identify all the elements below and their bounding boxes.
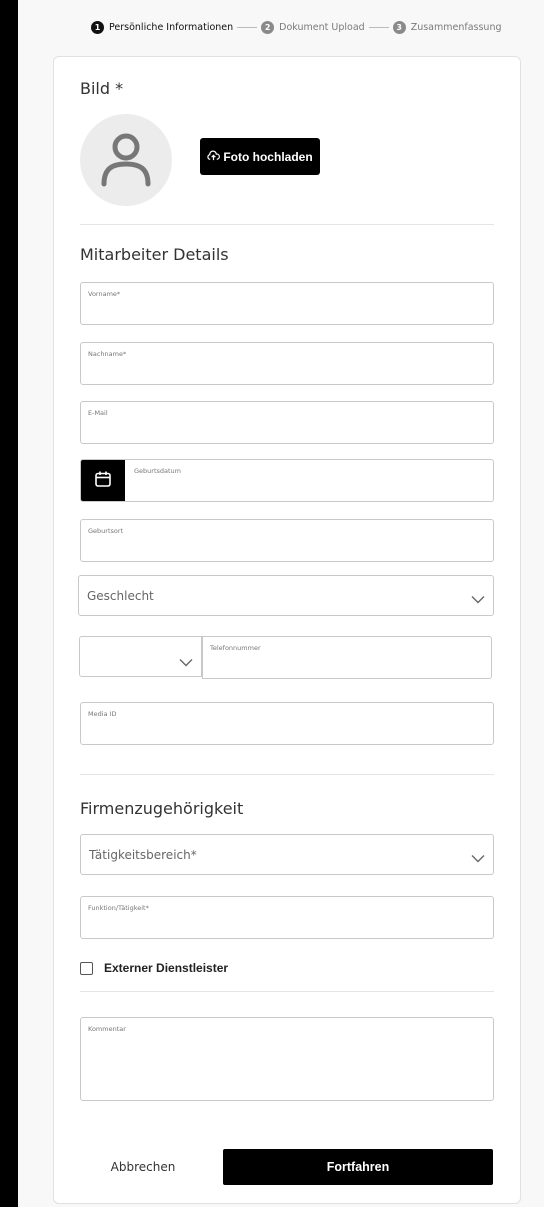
upload-photo-label: Foto hochladen (223, 149, 313, 164)
phone-input[interactable] (210, 655, 484, 675)
step-number: 1 (91, 21, 104, 34)
comment-label: Kommentar (88, 1025, 126, 1033)
function-input[interactable] (88, 915, 482, 935)
avatar (80, 114, 172, 206)
media-id-field[interactable]: Media ID (80, 702, 494, 745)
step-connector (237, 27, 258, 28)
activity-area-select[interactable]: Tätigkeitsbereich* (80, 834, 494, 875)
activity-area-placeholder: Tätigkeitsbereich* (89, 847, 197, 862)
function-label: Funktion/Tätigkeit* (88, 904, 149, 912)
birth-date-field[interactable]: Geburtsdatum (80, 459, 494, 502)
external-provider-checkbox[interactable] (80, 961, 93, 975)
cloud-upload-icon (207, 150, 221, 164)
email-input[interactable] (88, 420, 482, 440)
continue-button[interactable]: Fortfahren (223, 1149, 493, 1185)
photo-section-title: Bild * (80, 79, 124, 98)
comment-field[interactable]: Kommentar (80, 1017, 494, 1101)
step-connector (368, 27, 389, 28)
details-section-title: Mitarbeiter Details (80, 245, 229, 264)
form-card: Bild * Foto hochladen Mitarbeiter Detail… (53, 56, 521, 1204)
email-field[interactable]: E-Mail (80, 401, 494, 444)
upload-photo-button[interactable]: Foto hochladen (200, 138, 320, 175)
function-field[interactable]: Funktion/Tätigkeit* (80, 896, 494, 939)
birth-date-label: Geburtsdatum (134, 467, 181, 475)
chevron-down-icon (471, 589, 485, 608)
chevron-down-icon (179, 652, 193, 671)
step-document-upload[interactable]: 2 Dokument Upload (261, 21, 365, 34)
birth-place-input[interactable] (88, 538, 482, 558)
step-label: Persönliche Informationen (109, 22, 234, 33)
step-summary[interactable]: 3 Zusammenfassung (392, 21, 502, 34)
chevron-down-icon (471, 848, 485, 867)
last-name-input[interactable] (88, 361, 482, 381)
cancel-button[interactable]: Abbrechen (94, 1149, 192, 1185)
birth-place-label: Geburtsort (88, 527, 124, 535)
media-id-input[interactable] (88, 721, 482, 741)
last-name-label: Nachname* (88, 350, 127, 358)
gender-select[interactable]: Geschlecht (78, 575, 494, 616)
step-number: 2 (261, 21, 275, 34)
page: 1 Persönliche Informationen 2 Dokument U… (18, 0, 544, 1207)
first-name-input[interactable] (88, 301, 482, 321)
company-section-title: Firmenzugehörigkeit (80, 799, 244, 818)
birth-place-field[interactable]: Geburtsort (80, 519, 494, 562)
stepper: 1 Persönliche Informationen 2 Dokument U… (18, 0, 544, 55)
phone-code-select[interactable] (79, 636, 202, 677)
first-name-field[interactable]: Vorname* (80, 282, 494, 325)
gender-placeholder: Geschlecht (87, 588, 154, 603)
section-divider (80, 991, 494, 992)
calendar-icon (94, 470, 112, 492)
section-divider (80, 224, 494, 225)
birth-date-input[interactable] (134, 478, 488, 498)
date-picker-button[interactable] (81, 460, 125, 501)
phone-label: Telefonnummer (210, 644, 261, 652)
media-id-label: Media ID (88, 710, 117, 718)
phone-field[interactable]: Telefonnummer (202, 636, 492, 679)
last-name-field[interactable]: Nachname* (80, 342, 494, 385)
external-provider-row[interactable]: Externer Dienstleister (80, 961, 228, 975)
email-label: E-Mail (88, 409, 108, 417)
step-personal-info[interactable]: 1 Persönliche Informationen (91, 21, 233, 34)
step-label: Zusammenfassung (410, 22, 502, 33)
user-icon (94, 126, 158, 194)
step-number: 3 (392, 21, 406, 34)
step-label: Dokument Upload (279, 22, 365, 33)
first-name-label: Vorname* (88, 290, 121, 298)
section-divider (80, 774, 494, 775)
external-provider-label: Externer Dienstleister (104, 961, 229, 975)
